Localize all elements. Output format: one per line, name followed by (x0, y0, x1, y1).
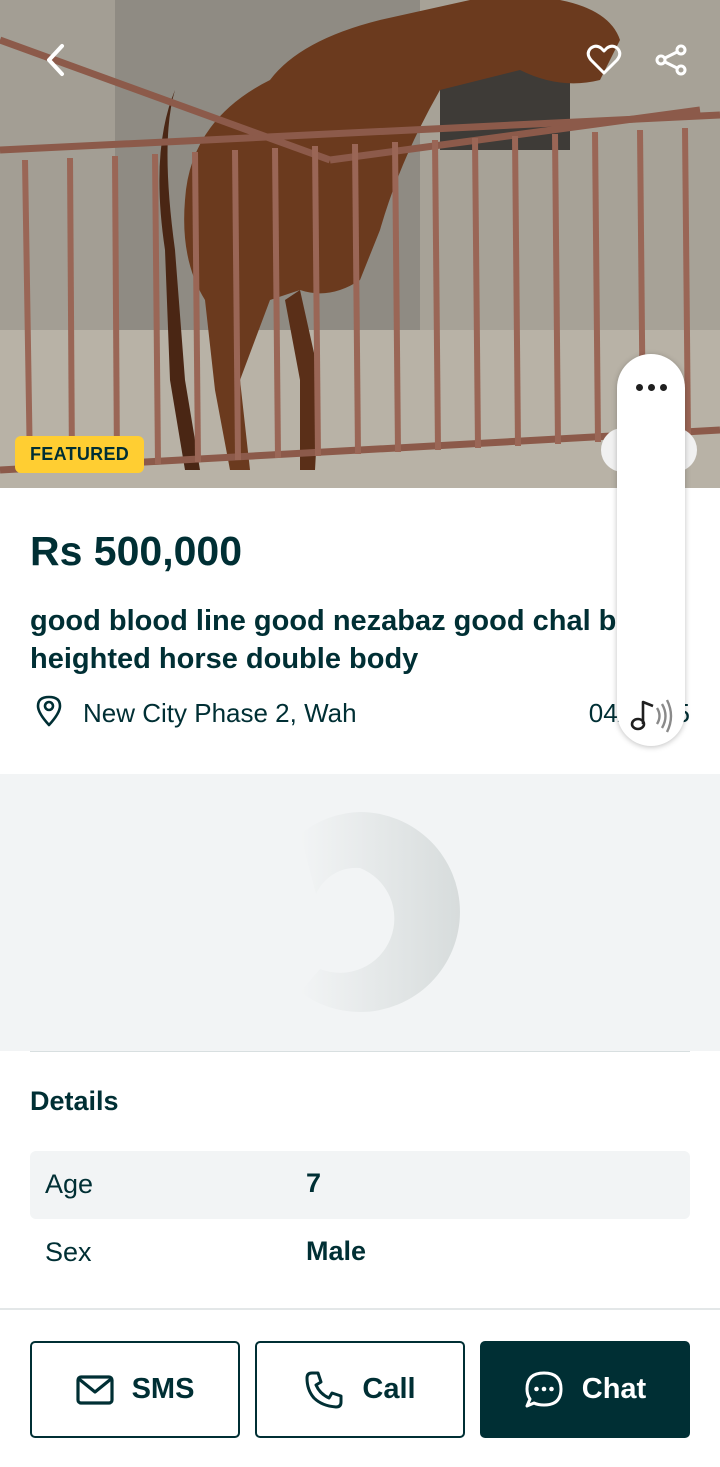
envelope-icon (75, 1374, 114, 1405)
detail-key: Age (45, 1169, 94, 1199)
detail-value: 7 (306, 1168, 322, 1198)
sms-button[interactable]: SMS (30, 1341, 240, 1438)
detail-row-age: Age 7 (30, 1151, 690, 1219)
favorite-button[interactable] (576, 32, 632, 88)
sms-label: SMS (131, 1373, 195, 1405)
featured-badge: FEATURED (15, 436, 145, 473)
call-button[interactable]: Call (255, 1341, 465, 1438)
detail-key: Sex (45, 1237, 92, 1267)
share-icon (655, 44, 687, 76)
location-text: New City Phase 2, Wah (83, 698, 357, 728)
contact-action-bar: SMS Call Chat (0, 1308, 720, 1467)
section-divider (30, 1051, 690, 1052)
chat-button[interactable]: Chat (480, 1341, 690, 1438)
ad-placeholder (0, 774, 720, 1051)
loading-spinner-icon (300, 812, 460, 1012)
location-pin-icon (36, 695, 62, 727)
detail-row-sex: Sex Male (30, 1219, 690, 1287)
phone-icon (305, 1371, 343, 1408)
chat-label: Chat (581, 1373, 647, 1405)
listing-photo[interactable]: FEATURED (0, 0, 720, 488)
music-note-icon[interactable] (629, 694, 675, 734)
location-row: New City Phase 2, Wah 04/04/25 (30, 694, 690, 728)
details-heading: Details (30, 1086, 119, 1116)
heart-icon (586, 44, 622, 75)
listing-info: Rs 500,000 good blood line good nezabaz … (0, 488, 720, 774)
listing-title: good blood line good nezabaz good chal b… (30, 605, 651, 675)
detail-value: Male (306, 1236, 367, 1266)
chevron-left-icon (47, 44, 64, 76)
floating-overlay-panel[interactable] (617, 354, 685, 746)
call-label: Call (362, 1373, 416, 1405)
chat-bubble-icon (525, 1371, 563, 1407)
share-button[interactable] (643, 32, 699, 88)
listing-price: Rs 500,000 (30, 528, 243, 574)
more-dots-icon[interactable] (617, 372, 685, 402)
back-button[interactable] (28, 32, 84, 88)
